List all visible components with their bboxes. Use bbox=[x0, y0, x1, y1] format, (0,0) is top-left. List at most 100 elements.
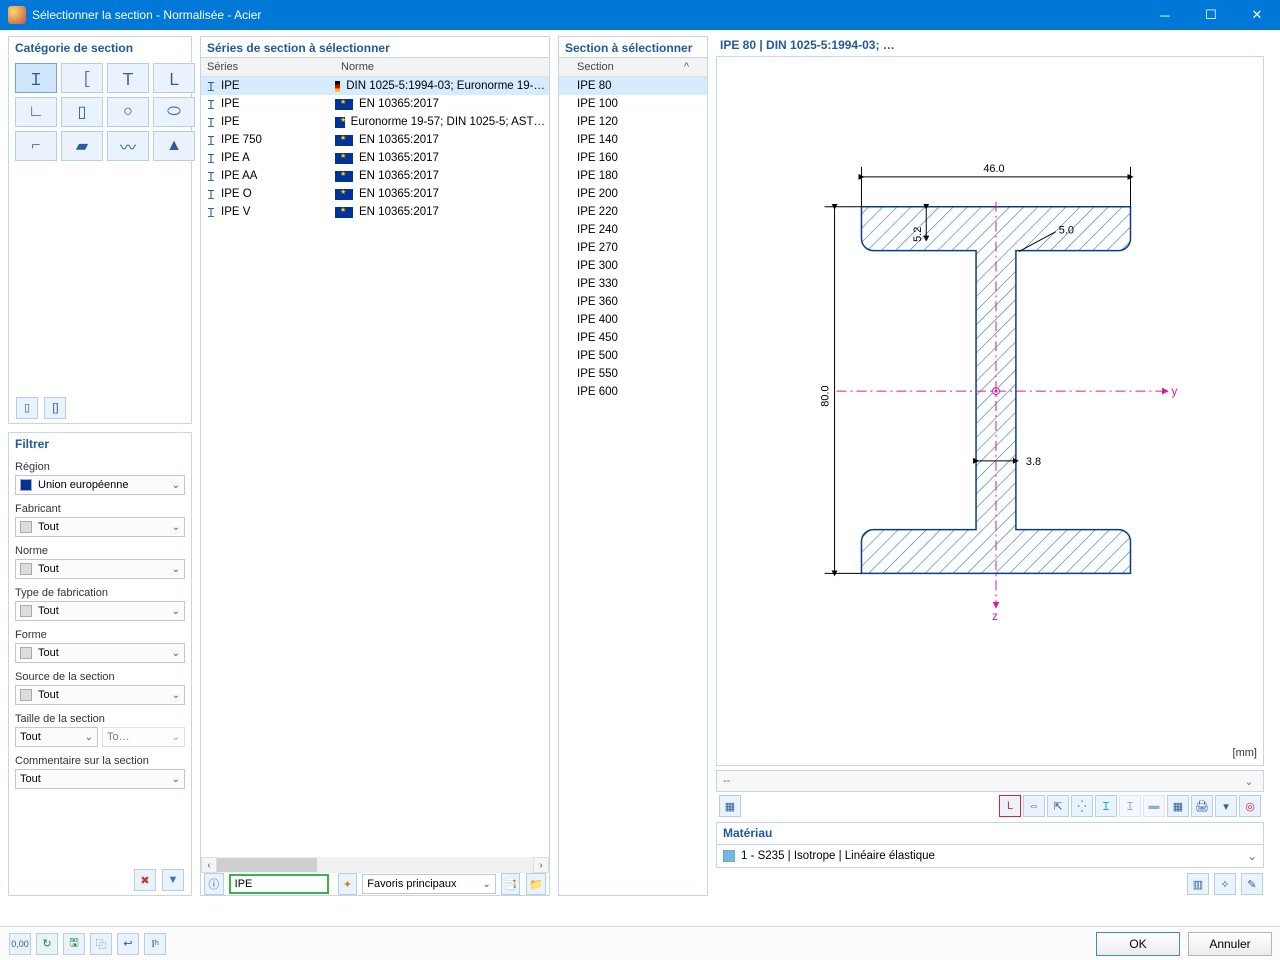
series-row[interactable]: ＩIPE VEN 10365:2017 bbox=[201, 203, 549, 221]
category-shape-4[interactable]: ∟ bbox=[15, 97, 57, 127]
section-drawing: 46.0 80.0 5.2 5.0 3.8 y bbox=[716, 56, 1264, 766]
series-row[interactable]: ＩIPE OEN 10365:2017 bbox=[201, 185, 549, 203]
toggle-filter-icon[interactable]: ▼ bbox=[162, 869, 184, 891]
bottom-bar: 0,00 ↻ 🖫 ⿻ ↩ Ih OK Annuler bbox=[0, 926, 1280, 960]
add-favorite-icon[interactable]: ✦ bbox=[338, 873, 358, 895]
points-icon[interactable]: ⁛ bbox=[1071, 795, 1093, 817]
single-section-icon[interactable]: ▯ bbox=[16, 397, 38, 419]
section-row[interactable]: IPE 180 bbox=[559, 167, 707, 185]
category-shape-1[interactable]: ［ bbox=[61, 63, 103, 93]
target-icon[interactable]: ◎ bbox=[1239, 795, 1261, 817]
series-row[interactable]: ＩIPEEuronorme 19-57; DIN 1025-5; AST… bbox=[201, 113, 549, 131]
section-row[interactable]: IPE 400 bbox=[559, 311, 707, 329]
section-row[interactable]: IPE 450 bbox=[559, 329, 707, 347]
comment-combo[interactable]: Tout⌄ bbox=[15, 769, 185, 789]
ok-button[interactable]: OK bbox=[1096, 932, 1180, 956]
section-row[interactable]: IPE 500 bbox=[559, 347, 707, 365]
link-icon[interactable]: ↩ bbox=[117, 933, 139, 955]
section-row[interactable]: IPE 100 bbox=[559, 95, 707, 113]
maximize-button[interactable]: ☐ bbox=[1188, 0, 1234, 30]
series-row[interactable]: ＩIPE AEN 10365:2017 bbox=[201, 149, 549, 167]
copy-icon[interactable]: ⿻ bbox=[90, 933, 112, 955]
category-shape-8[interactable]: ⌐ bbox=[15, 131, 57, 161]
export-icon[interactable]: ⇱ bbox=[1047, 795, 1069, 817]
category-shape-0[interactable]: Ｉ bbox=[15, 63, 57, 93]
category-shape-11[interactable]: ▲ bbox=[153, 131, 195, 161]
section-row[interactable]: IPE 240 bbox=[559, 221, 707, 239]
section-row[interactable]: IPE 330 bbox=[559, 275, 707, 293]
dim-height: 80.0 bbox=[820, 385, 832, 406]
dims-icon[interactable]: ⇔ bbox=[1023, 795, 1045, 817]
fav-add-icon[interactable]: 📑 bbox=[501, 873, 521, 895]
material-lib-icon[interactable]: ▥ bbox=[1187, 873, 1209, 895]
preview-panel: IPE 80 | DIN 1025-5:1994-03; … 46.0 bbox=[716, 36, 1264, 896]
series-row[interactable]: ＩIPE AAEN 10365:2017 bbox=[201, 167, 549, 185]
double-section-icon[interactable]: [] bbox=[44, 397, 66, 419]
search-input[interactable] bbox=[229, 874, 329, 894]
section-row[interactable]: IPE 600 bbox=[559, 383, 707, 401]
category-shape-9[interactable]: ▰ bbox=[61, 131, 103, 161]
series-row[interactable]: ＩIPEDIN 1025-5:1994-03; Euronorme 19-… bbox=[201, 77, 549, 95]
print-icon[interactable]: 🖨 bbox=[1191, 795, 1213, 817]
minimize-button[interactable]: ─ bbox=[1142, 0, 1188, 30]
stress-icon[interactable]: Ｉ bbox=[1095, 795, 1117, 817]
category-title: Catégorie de section bbox=[9, 37, 191, 57]
category-shape-7[interactable]: ⬭ bbox=[153, 97, 195, 127]
shape-icon[interactable]: Ｉ bbox=[1119, 795, 1141, 817]
series-scrollbar[interactable]: ‹› bbox=[201, 857, 549, 873]
region-combo[interactable]: Union européenne⌄ bbox=[15, 475, 185, 495]
comment-label: Commentaire sur la section bbox=[9, 747, 191, 769]
precision-icon[interactable]: 0,00 bbox=[9, 933, 31, 955]
section-row[interactable]: IPE 300 bbox=[559, 257, 707, 275]
material-swatch-icon bbox=[723, 850, 735, 862]
filter-title: Filtrer bbox=[9, 433, 191, 453]
size-b-combo[interactable]: To…⌄ bbox=[102, 727, 185, 747]
clear-filter-icon[interactable]: ✖ bbox=[134, 869, 156, 891]
section-row[interactable]: IPE 120 bbox=[559, 113, 707, 131]
ibeam-icon: Ｉ bbox=[205, 132, 217, 149]
properties-icon[interactable]: ▦ bbox=[719, 795, 741, 817]
material-new-icon[interactable]: ✧ bbox=[1214, 873, 1236, 895]
cancel-button[interactable]: Annuler bbox=[1188, 932, 1272, 956]
favorites-combo[interactable]: Favoris principaux⌄ bbox=[362, 874, 495, 894]
flag-icon bbox=[335, 81, 340, 92]
category-shape-2[interactable]: Ｔ bbox=[107, 63, 149, 93]
info-bar[interactable]: -- ⌄ bbox=[716, 770, 1264, 792]
flag-icon bbox=[335, 99, 353, 110]
grid-icon[interactable]: ▦ bbox=[1167, 795, 1189, 817]
param-icon[interactable]: Ih bbox=[144, 933, 166, 955]
material-edit-icon[interactable]: ✎ bbox=[1241, 873, 1263, 895]
section-row[interactable]: IPE 360 bbox=[559, 293, 707, 311]
material-combo[interactable]: 1 - S235 | Isotrope | Linéaire élastique… bbox=[716, 844, 1264, 868]
axis-icon[interactable]: L bbox=[999, 795, 1021, 817]
category-shape-6[interactable]: ○ bbox=[107, 97, 149, 127]
section-row[interactable]: IPE 160 bbox=[559, 149, 707, 167]
section-row[interactable]: IPE 140 bbox=[559, 131, 707, 149]
section-row[interactable]: IPE 80 bbox=[559, 77, 707, 95]
section-row[interactable]: IPE 220 bbox=[559, 203, 707, 221]
shape-combo[interactable]: Tout⌄ bbox=[15, 643, 185, 663]
manufacturer-combo[interactable]: Tout⌄ bbox=[15, 517, 185, 537]
refresh-icon[interactable]: ↻ bbox=[36, 933, 58, 955]
norm-combo[interactable]: Tout⌄ bbox=[15, 559, 185, 579]
fill-icon[interactable]: ▬ bbox=[1143, 795, 1165, 817]
category-shape-3[interactable]: Ｌ bbox=[153, 63, 195, 93]
series-header: Séries Norme bbox=[201, 57, 549, 77]
category-shape-10[interactable]: 〰 bbox=[107, 131, 149, 161]
size-a-combo[interactable]: Tout⌄ bbox=[15, 727, 98, 747]
section-row[interactable]: IPE 270 bbox=[559, 239, 707, 257]
close-button[interactable]: ✕ bbox=[1234, 0, 1280, 30]
category-shape-5[interactable]: ▯ bbox=[61, 97, 103, 127]
section-row[interactable]: IPE 200 bbox=[559, 185, 707, 203]
print-drop-icon[interactable]: ▾ bbox=[1215, 795, 1237, 817]
series-row[interactable]: ＩIPE 750EN 10365:2017 bbox=[201, 131, 549, 149]
fav-manage-icon[interactable]: 📁 bbox=[526, 873, 546, 895]
fab-combo[interactable]: Tout⌄ bbox=[15, 601, 185, 621]
save-icon[interactable]: 🖫 bbox=[63, 933, 85, 955]
sort-icon[interactable]: ^ bbox=[684, 61, 689, 73]
series-row[interactable]: ＩIPEEN 10365:2017 bbox=[201, 95, 549, 113]
series-info-icon[interactable]: ⓘ bbox=[204, 873, 224, 895]
filter-panel: Filtrer Région Union européenne⌄ Fabrica… bbox=[8, 432, 192, 896]
source-combo[interactable]: Tout⌄ bbox=[15, 685, 185, 705]
section-row[interactable]: IPE 550 bbox=[559, 365, 707, 383]
